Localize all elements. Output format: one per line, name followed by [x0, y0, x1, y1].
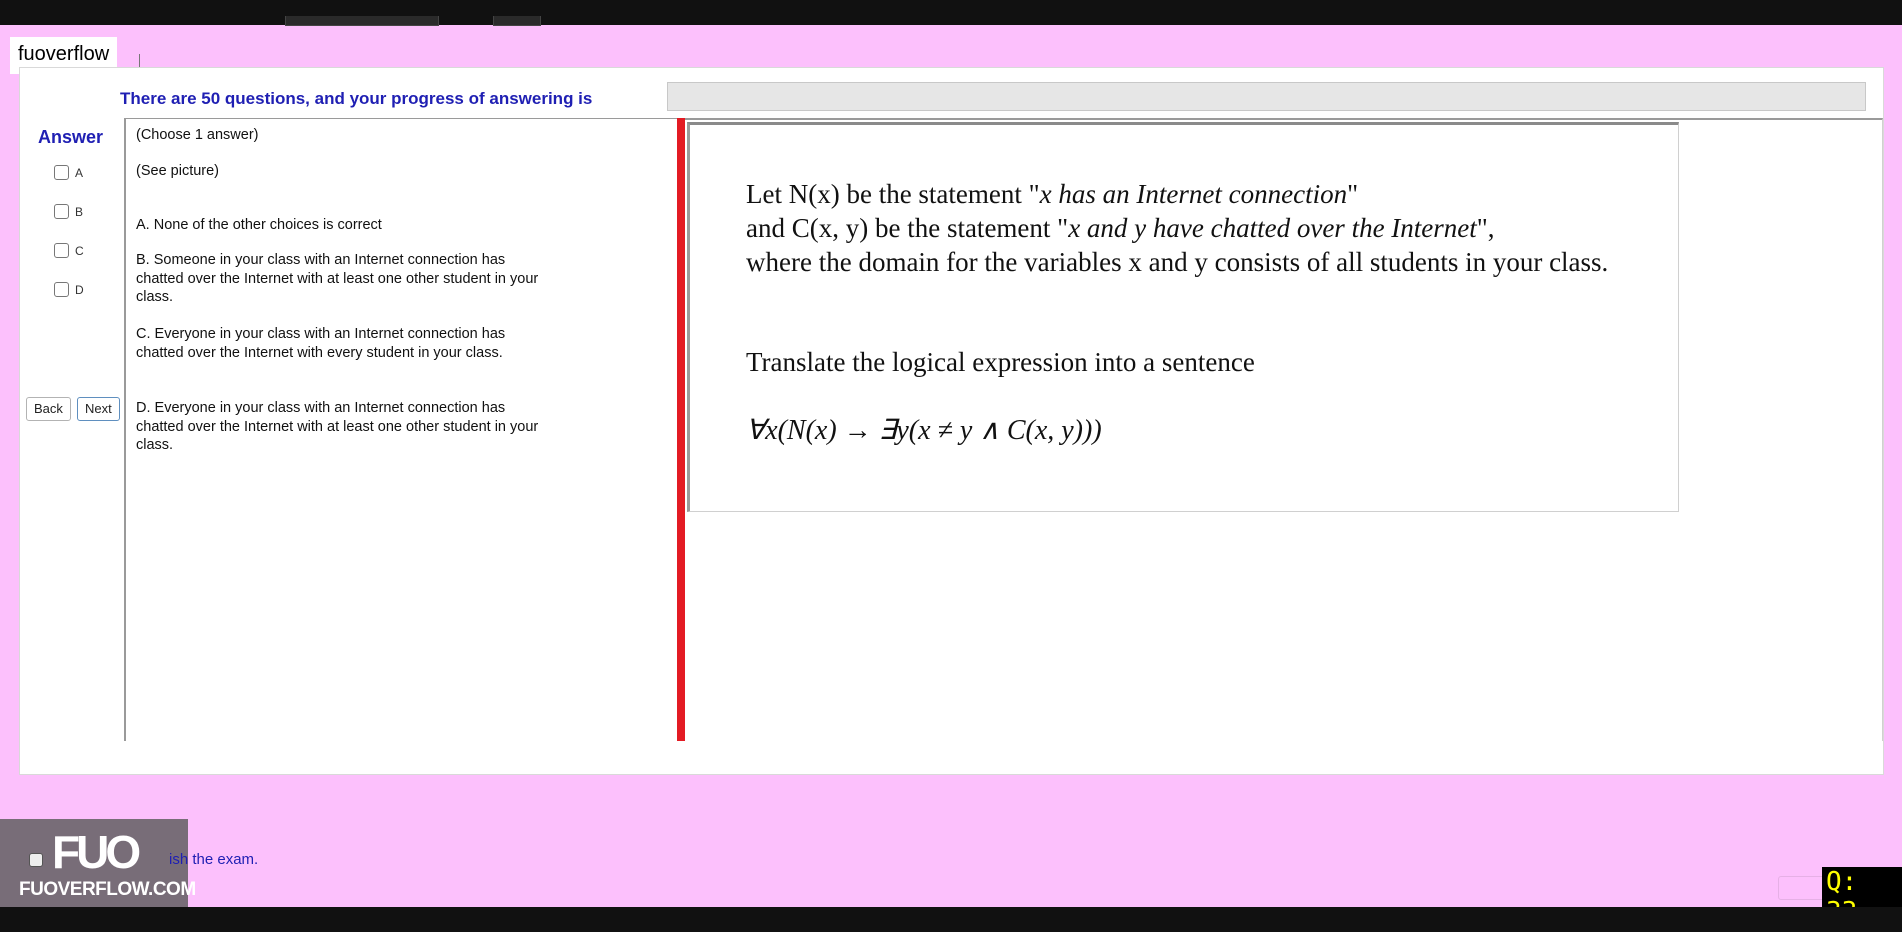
progress-label: There are 50 questions, and your progres…: [120, 89, 593, 108]
top-dark-bar: [0, 0, 1902, 28]
q-line1-suffix: ": [1347, 179, 1359, 209]
progress-bar: [667, 82, 1866, 111]
choose-instruction: (Choose 1 answer): [136, 127, 259, 143]
logo-site-text: FUOVERFLOW.COM: [19, 879, 196, 900]
see-picture-note: (See picture): [136, 163, 220, 179]
finish-checkbox[interactable]: [29, 852, 43, 867]
checkbox-a[interactable]: [54, 165, 69, 180]
answer-heading: Answer: [38, 127, 104, 147]
choice-c-text: C. Everyone in your class with an Intern…: [136, 326, 506, 361]
answer-option-c[interactable]: C: [54, 243, 84, 258]
choice-d-text: D. Everyone in your class with an Intern…: [136, 400, 539, 453]
option-label: A: [75, 165, 84, 180]
q-line2-italic: x and y have chatted over the Internet: [1068, 213, 1477, 243]
finish-exam-row[interactable]: ish the exam.: [29, 851, 258, 868]
checkbox-d[interactable]: [54, 282, 69, 297]
option-label: D: [75, 282, 84, 297]
toolbar-ghost-box: [285, 16, 439, 26]
answer-option-a[interactable]: A: [54, 165, 83, 180]
text-cursor: [139, 54, 140, 68]
option-label: C: [75, 243, 84, 258]
q-line2-prefix: and C(x, y) be the statement ": [746, 213, 1069, 243]
answer-option-d[interactable]: D: [54, 282, 84, 297]
next-button[interactable]: Next: [77, 397, 120, 421]
q-line1-prefix: Let N(x) be the statement ": [746, 179, 1040, 209]
q-line1-italic: x has an Internet connection: [1039, 179, 1348, 209]
checkbox-c[interactable]: [54, 243, 69, 258]
panel-divider[interactable]: [677, 118, 685, 741]
toolbar-ghost-box: [493, 16, 541, 26]
q-line3: where the domain for the variables x and…: [746, 247, 1609, 277]
choice-a-text: A. None of the other choices is correct: [136, 217, 382, 233]
choice-b-text: B. Someone in your class with an Interne…: [136, 252, 539, 305]
question-instruction: Translate the logical expression into a …: [746, 347, 1255, 377]
logic-formula: ∀x(N(x) → ∃y(x ≠ y ∧ C(x, y))): [746, 415, 1102, 446]
exam-panel: There are 50 questions, and your progres…: [19, 67, 1884, 775]
question-image: Let N(x) be the statement "x has an Inte…: [687, 122, 1679, 512]
question-text: Let N(x) be the statement "x has an Inte…: [746, 177, 1646, 279]
back-button[interactable]: Back: [26, 397, 71, 421]
question-panel: Let N(x) be the statement "x has an Inte…: [685, 118, 1883, 741]
answer-option-b[interactable]: B: [54, 204, 83, 219]
bottom-dark-bar: [0, 907, 1902, 932]
finish-exam-label: ish the exam.: [169, 851, 259, 868]
option-label: B: [75, 204, 84, 219]
checkbox-b[interactable]: [54, 204, 69, 219]
q-line2-suffix: ",: [1476, 213, 1495, 243]
counter-outline: [1778, 876, 1828, 900]
choices-panel: (Choose 1 answer) (See picture) A. None …: [124, 118, 682, 741]
header-ghost-text: [668, 0, 680, 28]
